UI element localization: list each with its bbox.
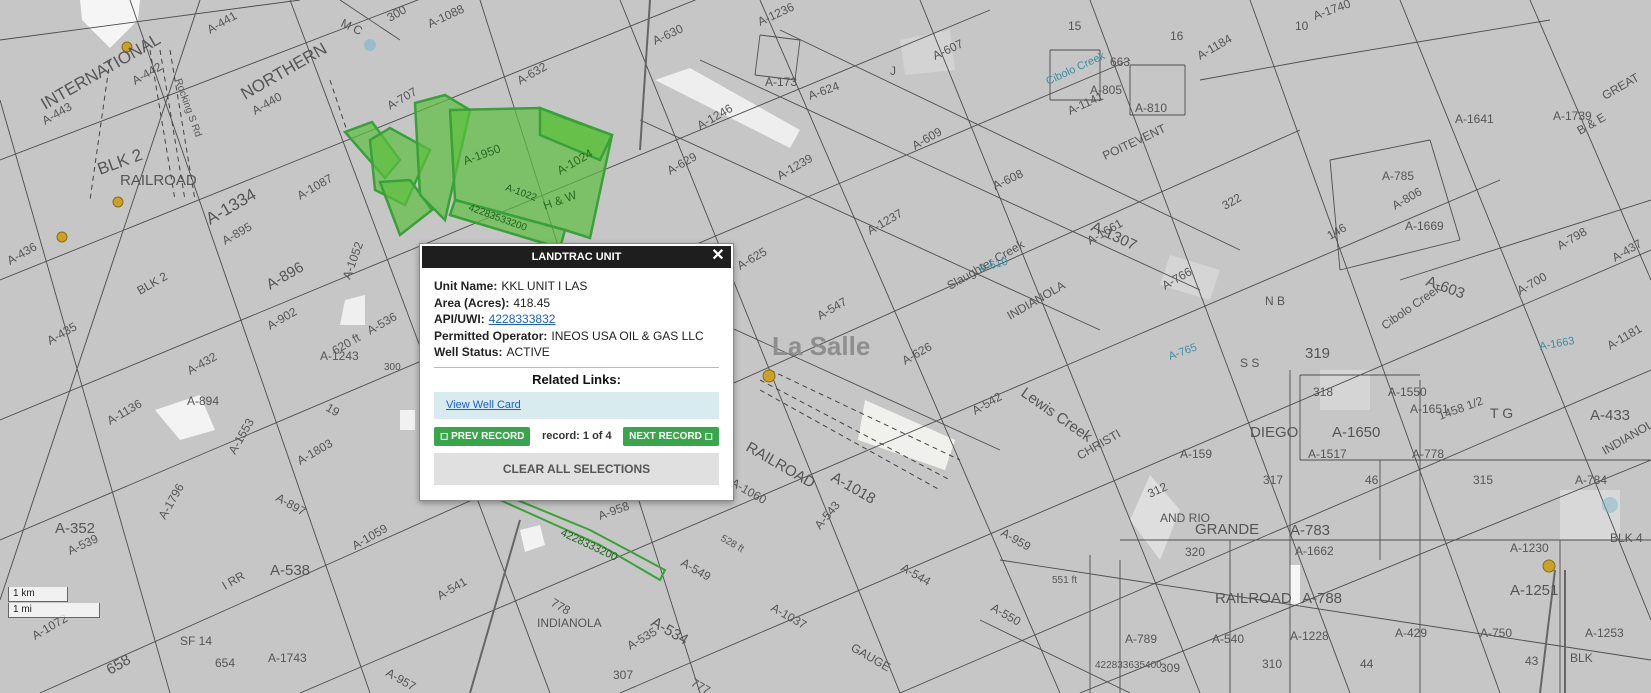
map-label: 320	[1185, 545, 1205, 559]
town-label: La Salle	[772, 331, 870, 361]
map-label: A-429	[1395, 626, 1427, 640]
map-label: A-810	[1135, 101, 1167, 115]
scale-bar-km: 1 km	[8, 587, 68, 602]
map-label: 15	[1068, 19, 1082, 33]
map-label: A-1743	[268, 651, 307, 665]
map-label: GRANDE	[1195, 521, 1259, 538]
status-label: Well Status:	[434, 345, 503, 359]
map-label: 654	[215, 656, 235, 670]
map-label: A-1228	[1290, 629, 1329, 643]
map-label: A-1641	[1455, 112, 1494, 126]
scale-mi-label: 1 mi	[13, 604, 32, 615]
map-label: S S	[1240, 356, 1259, 370]
map-label: A-1517	[1308, 447, 1347, 461]
map-label: A-173	[765, 75, 797, 89]
map-canvas[interactable]: M C 300 A-1088 A-1236 A-1740 A-441 INTER…	[0, 0, 1651, 693]
map-label: T G	[1490, 405, 1513, 421]
map-label: N B	[1265, 294, 1285, 308]
status-row: Well Status: ACTIVE	[434, 344, 719, 361]
map-label: A-1550	[1388, 385, 1427, 399]
map-label: A-1253	[1585, 626, 1624, 640]
map-label: SF 14	[180, 634, 212, 648]
map-label: A-1650	[1332, 424, 1380, 441]
map-label: A-1230	[1510, 541, 1549, 555]
map-label: 422833635400	[1095, 660, 1162, 671]
map-label: RAILROAD	[120, 172, 197, 189]
map-label: A-750	[1480, 626, 1512, 640]
area-row: Area (Acres): 418.45	[434, 295, 719, 312]
map-label: 310	[1262, 657, 1282, 671]
map-label: INDIANOLA	[537, 616, 602, 630]
map-label: 318	[1313, 385, 1333, 399]
related-link-row: View Well Card	[434, 391, 719, 419]
area-value: 418.45	[513, 295, 551, 310]
next-record-button[interactable]: NEXT RECORD ◻	[623, 426, 719, 446]
map-label: A-784	[1575, 473, 1607, 487]
map-label: A-433	[1590, 407, 1630, 424]
map-label: A-783	[1290, 522, 1330, 539]
map-label: A-789	[1125, 632, 1157, 646]
area-label: Area (Acres):	[434, 295, 510, 310]
map-label: A-894	[187, 394, 219, 408]
landtrac-unit-popup: LANDTRAC UNIT ✕ Unit Name: KKL UNIT I LAS…	[419, 243, 734, 501]
map-label: 46	[1365, 473, 1379, 487]
map-label: A-159	[1180, 447, 1212, 461]
map-label: J	[890, 64, 896, 78]
map-label: A-1662	[1295, 544, 1334, 558]
prev-record-button[interactable]: ◻ PREV RECORD	[434, 426, 531, 446]
divider	[434, 366, 719, 368]
operator-label: Permitted Operator:	[434, 328, 548, 343]
api-label: API/UWI:	[434, 312, 485, 326]
status-value: ACTIVE	[506, 345, 550, 359]
related-links-title: Related Links:	[532, 371, 621, 387]
map-label: 44	[1360, 657, 1374, 671]
parcel-map[interactable]: M C 300 A-1088 A-1236 A-1740 A-441 INTER…	[0, 0, 1651, 693]
map-label: A-1251	[1510, 582, 1558, 599]
map-label: 16	[1170, 29, 1184, 43]
record-counter: record: 1 of 4	[541, 430, 612, 442]
popup-header: LANDTRAC UNIT ✕	[422, 246, 731, 268]
clear-all-selections-button[interactable]: CLEAR ALL SELECTIONS	[434, 452, 719, 485]
record-nav: ◻ PREV RECORD record: 1 of 4 NEXT RECORD…	[434, 426, 719, 446]
operator-row: Permitted Operator: INEOS USA OIL & GAS L…	[434, 328, 719, 345]
unit-name-row: Unit Name: KKL UNIT I LAS	[434, 278, 719, 295]
map-label: BLK	[1570, 651, 1593, 665]
map-label: 319	[1305, 345, 1330, 362]
map-label: A-788	[1302, 590, 1342, 607]
map-label: 43	[1525, 654, 1539, 668]
map-label: 317	[1263, 473, 1283, 487]
view-well-card-link[interactable]: View Well Card	[446, 399, 521, 411]
map-label: 307	[613, 668, 633, 682]
map-label: A-540	[1212, 632, 1244, 646]
api-link[interactable]: 4228333832	[489, 312, 556, 326]
map-label: 309	[1160, 661, 1180, 675]
scale-km-label: 1 km	[13, 588, 35, 599]
scale-bar-mi: 1 mi	[8, 603, 100, 618]
map-label: 315	[1473, 473, 1493, 487]
map-label: A-778	[1412, 447, 1444, 461]
map-label: 10	[1295, 19, 1309, 33]
api-row: API/UWI: 4228333832	[434, 311, 719, 328]
close-icon[interactable]: ✕	[709, 246, 727, 268]
map-label: 551 ft	[1052, 575, 1077, 586]
unit-name-label: Unit Name:	[434, 279, 498, 293]
popup-title: LANDTRAC UNIT	[531, 251, 622, 263]
unit-name-value: KKL UNIT I LAS	[501, 279, 588, 293]
map-label: 663	[1110, 55, 1130, 69]
map-label: 300	[384, 362, 401, 373]
operator-value: INEOS USA OIL & GAS LLC	[551, 328, 704, 343]
map-label: A-538	[270, 562, 310, 579]
map-label: A-785	[1382, 169, 1414, 183]
popup-body: Unit Name: KKL UNIT I LAS Area (Acres): 41…	[420, 268, 733, 485]
map-label: BLK 4	[1610, 531, 1643, 545]
map-label: RAILROAD	[1215, 590, 1292, 607]
map-label: DIEGO	[1250, 424, 1298, 441]
map-label: A-1243	[320, 349, 359, 363]
map-label: A-1669	[1405, 219, 1444, 233]
